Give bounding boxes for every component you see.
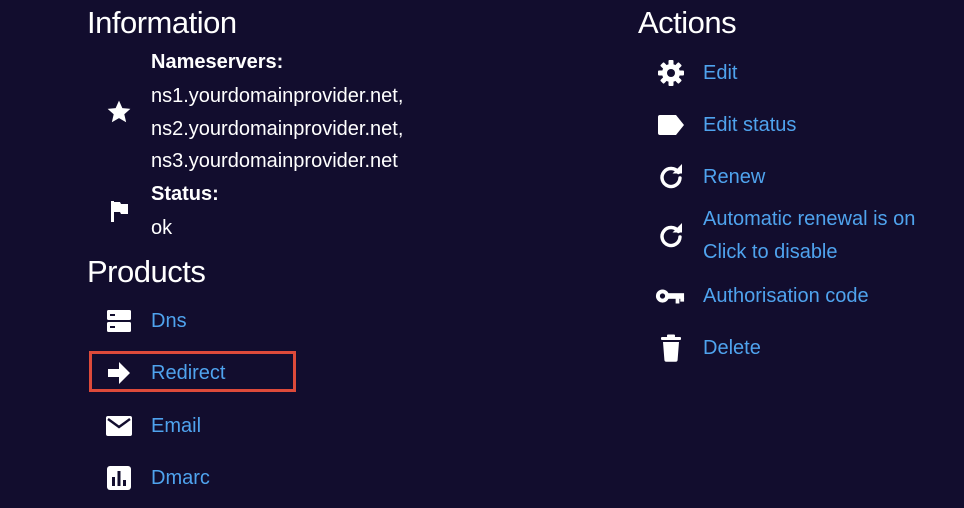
action-delete-label[interactable]: Delete bbox=[703, 332, 761, 365]
nameserver-3: ns3.yourdomainprovider.net bbox=[151, 150, 398, 172]
action-renew-label[interactable]: Renew bbox=[703, 161, 765, 194]
actions-heading: Actions bbox=[638, 5, 737, 40]
tag-icon bbox=[656, 110, 686, 140]
information-heading: Information bbox=[87, 5, 237, 40]
star-icon bbox=[104, 97, 134, 127]
gear-icon bbox=[656, 58, 686, 88]
nameserver-1: ns1.yourdomainprovider.net, bbox=[151, 85, 404, 107]
refresh-icon bbox=[656, 162, 686, 192]
redirect-highlight-box bbox=[89, 351, 296, 392]
trash-icon bbox=[656, 333, 686, 363]
envelope-icon bbox=[104, 411, 134, 441]
product-dmarc-label[interactable]: Dmarc bbox=[151, 462, 210, 495]
nameserver-2: ns2.yourdomainprovider.net, bbox=[151, 118, 404, 140]
flag-icon bbox=[104, 196, 134, 226]
action-auto-renewal-label[interactable]: Automatic renewal is on bbox=[703, 203, 915, 236]
chart-icon bbox=[104, 463, 134, 493]
action-authorisation-code-label[interactable]: Authorisation code bbox=[703, 280, 869, 313]
server-icon bbox=[104, 306, 134, 336]
refresh-icon bbox=[656, 221, 686, 251]
product-dns-label[interactable]: Dns bbox=[151, 305, 187, 338]
products-heading: Products bbox=[87, 254, 206, 289]
status-value: ok bbox=[151, 217, 173, 239]
action-auto-renewal-toggle-label[interactable]: Click to disable bbox=[703, 236, 838, 269]
action-edit-label[interactable]: Edit bbox=[703, 57, 737, 90]
nameservers-label: Nameservers: bbox=[151, 51, 284, 73]
key-icon bbox=[655, 281, 685, 311]
product-email-label[interactable]: Email bbox=[151, 410, 201, 443]
action-edit-status-label[interactable]: Edit status bbox=[703, 109, 796, 142]
status-label: Status: bbox=[151, 183, 219, 205]
